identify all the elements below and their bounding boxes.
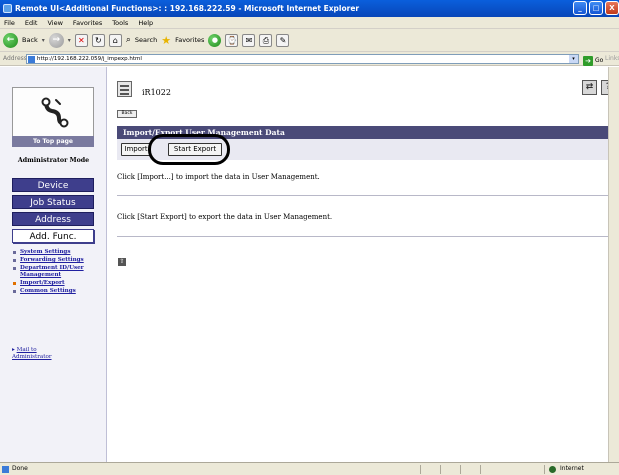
page-top-icon[interactable]: ⇧: [118, 258, 126, 266]
divider: [117, 195, 612, 196]
bullet-icon: [13, 267, 16, 270]
window-title-bar: Remote UI<Additional Functions>: : 192.1…: [0, 0, 619, 17]
window-controls: _ □ X: [573, 1, 619, 15]
menu-tools[interactable]: Tools: [112, 17, 128, 28]
bullet-icon: [13, 251, 16, 254]
section-title: Import/Export User Management Data: [117, 126, 612, 139]
page-done-icon: [2, 466, 9, 473]
start-export-button[interactable]: Start Export: [168, 143, 222, 156]
go-button[interactable]: ➔ Go: [583, 54, 603, 68]
print-icon[interactable]: ⎙: [259, 33, 273, 47]
sublink-label: Common Settings: [20, 288, 76, 294]
mail-arrow-icon: ▸: [12, 347, 15, 353]
search-label[interactable]: Search: [135, 36, 157, 44]
menu-file[interactable]: File: [4, 17, 15, 28]
go-arrow-icon: ➔: [583, 56, 593, 66]
bullet-icon: [13, 259, 16, 262]
ie-logo-icon: [3, 4, 12, 13]
search-icon[interactable]: ⌕: [126, 35, 131, 45]
nav-add-func-button[interactable]: Add. Func.: [12, 229, 94, 243]
mail-to-admin-link[interactable]: ▸ Mail to Administrator: [12, 347, 52, 361]
bullet-icon: [13, 290, 16, 293]
sidebar: To Top page Administrator Mode Device Jo…: [0, 67, 107, 462]
sublink-label: Department ID/User Management: [20, 265, 84, 278]
back-dropdown-icon[interactable]: ▾: [42, 37, 45, 44]
mail-link-line-1: Mail to: [16, 347, 37, 353]
address-dropdown-icon[interactable]: ▾: [569, 55, 578, 63]
sublink-common-settings[interactable]: Common Settings: [12, 288, 102, 295]
minimize-button[interactable]: _: [573, 1, 587, 15]
sublink-label: Forwarding Settings: [20, 257, 84, 263]
status-divider: [440, 465, 441, 474]
address-input[interactable]: http://192.168.222.059/j_impexp.html ▾: [26, 54, 579, 64]
status-divider: [420, 465, 421, 474]
refresh-icon[interactable]: ⇄: [582, 80, 597, 95]
favorites-label[interactable]: Favorites: [175, 36, 204, 44]
divider: [117, 236, 612, 237]
address-label: Address: [3, 55, 27, 62]
back-arrow-icon[interactable]: ←: [3, 32, 18, 48]
links-label[interactable]: Links: [605, 52, 619, 66]
refresh-icon[interactable]: ↻: [91, 33, 105, 47]
button-row: Import Start Export: [117, 139, 612, 160]
favorites-star-icon[interactable]: ★: [161, 34, 171, 47]
status-divider: [544, 465, 545, 474]
status-divider: [480, 465, 481, 474]
import-instruction: Click [Import...] to import the data in …: [117, 173, 320, 181]
menu-help[interactable]: Help: [138, 17, 153, 28]
sublink-import-export[interactable]: Import/Export: [12, 280, 102, 287]
sublink-department-id[interactable]: Department ID/User Management: [12, 265, 102, 279]
status-zone: Internet: [560, 465, 584, 472]
nav-device-button[interactable]: Device: [12, 178, 94, 192]
device-name: iR1022: [142, 88, 171, 97]
menu-favorites[interactable]: Favorites: [73, 17, 102, 28]
nav-address-button[interactable]: Address: [12, 212, 94, 226]
page-content: To Top page Administrator Mode Device Jo…: [0, 67, 619, 462]
nav-job-status-button[interactable]: Job Status: [12, 195, 94, 209]
status-text: Done: [12, 465, 28, 472]
sublink-label: System Settings: [20, 249, 71, 255]
edit-icon[interactable]: ✎: [276, 33, 290, 47]
remote-ui-logo-icon: [41, 97, 69, 128]
browser-toolbar: ← Back ▾ → ▾ ✕ ↻ ⌂ ⌕ Search ★ Favorites …: [0, 29, 619, 52]
import-button[interactable]: Import: [121, 143, 151, 156]
back-button[interactable]: Back: [117, 110, 137, 118]
admin-mode-label: Administrator Mode: [17, 157, 90, 164]
maximize-button[interactable]: □: [589, 1, 603, 15]
bullet-icon: [13, 282, 16, 285]
go-label: Go: [595, 57, 604, 64]
forward-dropdown-icon[interactable]: ▾: [68, 37, 71, 44]
address-bar: Address http://192.168.222.059/j_impexp.…: [0, 52, 619, 66]
home-icon[interactable]: ⌂: [108, 33, 122, 47]
printer-icon: [117, 81, 132, 97]
sublink-label: Import/Export: [20, 280, 65, 286]
mail-link-line-2: Administrator: [12, 354, 52, 360]
sublink-system-settings[interactable]: System Settings: [12, 249, 102, 256]
to-top-page-button[interactable]: To Top page: [12, 136, 94, 147]
close-button[interactable]: X: [605, 1, 619, 15]
remote-ui-logo[interactable]: [12, 87, 94, 137]
status-bar: Done Internet: [0, 462, 619, 475]
main-pane: iR1022 ⇄ ? Back Import/Export User Manag…: [110, 67, 619, 462]
status-divider: [460, 465, 461, 474]
address-url: http://192.168.222.059/j_impexp.html: [37, 56, 142, 62]
window-title: Remote UI<Additional Functions>: : 192.1…: [15, 4, 360, 13]
page-icon: [28, 56, 35, 63]
menu-bar: File Edit View Favorites Tools Help: [0, 17, 619, 29]
sublink-forwarding-settings[interactable]: Forwarding Settings: [12, 257, 102, 264]
vertical-scrollbar[interactable]: [608, 67, 619, 462]
stop-icon[interactable]: ✕: [74, 33, 88, 47]
menu-view[interactable]: View: [47, 17, 62, 28]
mail-icon[interactable]: ✉: [242, 33, 256, 47]
export-instruction: Click [Start Export] to export the data …: [117, 213, 333, 221]
history-icon[interactable]: ⌚: [225, 33, 239, 47]
menu-edit[interactable]: Edit: [25, 17, 38, 28]
media-icon[interactable]: ●: [208, 33, 222, 47]
sublink-list: System Settings Forwarding Settings Depa…: [12, 249, 102, 296]
forward-arrow-icon[interactable]: →: [48, 32, 64, 48]
back-label[interactable]: Back: [22, 36, 38, 44]
internet-globe-icon: [549, 466, 556, 473]
